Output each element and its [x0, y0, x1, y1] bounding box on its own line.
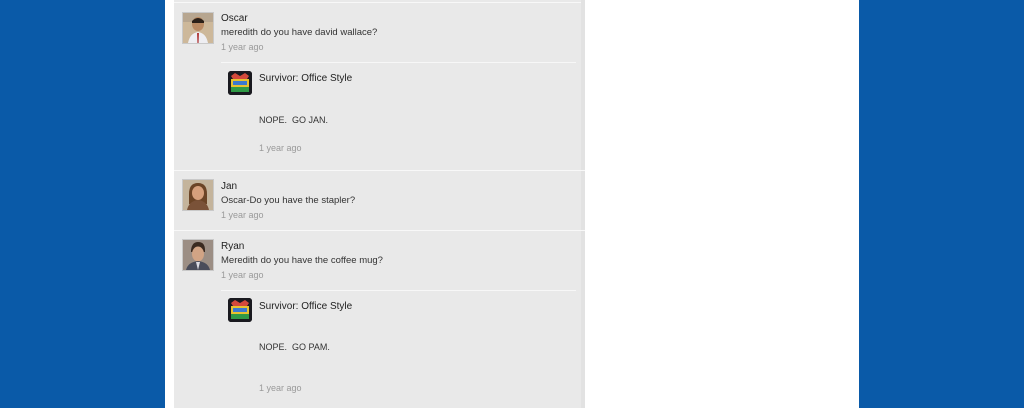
comment-feed: Oscar meredith do you have david wallace… [174, 0, 585, 408]
comment-text: Oscar-Do you have the stapler? [221, 195, 356, 206]
comment-timestamp[interactable]: 1 year ago [221, 42, 264, 52]
reply-survivor: Survivor: Office Style NOPE. GO JAN. 1 y… [221, 62, 576, 162]
comment-ryan: Ryan Meredith do you have the coffee mug… [174, 230, 585, 408]
survivor-logo-icon[interactable] [228, 298, 252, 322]
comment-author[interactable]: Oscar [221, 13, 248, 24]
comment-timestamp[interactable]: 1 year ago [221, 270, 264, 280]
ryan-avatar-icon[interactable] [182, 239, 214, 271]
reply-divider [221, 290, 576, 291]
reply-author[interactable]: Survivor: Office Style [259, 301, 352, 312]
reply-timestamp[interactable]: 1 year ago [259, 383, 302, 393]
page-container: Oscar meredith do you have david wallace… [165, 0, 859, 408]
reply-text: NOPE. GO PAM. [259, 342, 330, 352]
comment-author[interactable]: Ryan [221, 241, 244, 252]
survivor-logo-icon[interactable] [228, 71, 252, 95]
comment-jan: Jan Oscar-Do you have the stapler? 1 yea… [174, 170, 585, 230]
reply-timestamp[interactable]: 1 year ago [259, 143, 302, 153]
comment-oscar: Oscar meredith do you have david wallace… [174, 0, 585, 170]
comment-author[interactable]: Jan [221, 181, 237, 192]
comment-timestamp[interactable]: 1 year ago [221, 210, 264, 220]
oscar-avatar-icon[interactable] [182, 12, 214, 44]
reply-text: NOPE. GO JAN. [259, 115, 329, 125]
comment-text: Meredith do you have the coffee mug? [221, 255, 383, 266]
reply-survivor: Survivor: Office Style NOPE. GO PAM. 1 y… [221, 290, 576, 408]
jan-avatar-icon[interactable] [182, 179, 214, 211]
comment-text: meredith do you have david wallace? [221, 27, 378, 38]
reply-divider [221, 62, 576, 63]
reply-author[interactable]: Survivor: Office Style [259, 73, 352, 84]
